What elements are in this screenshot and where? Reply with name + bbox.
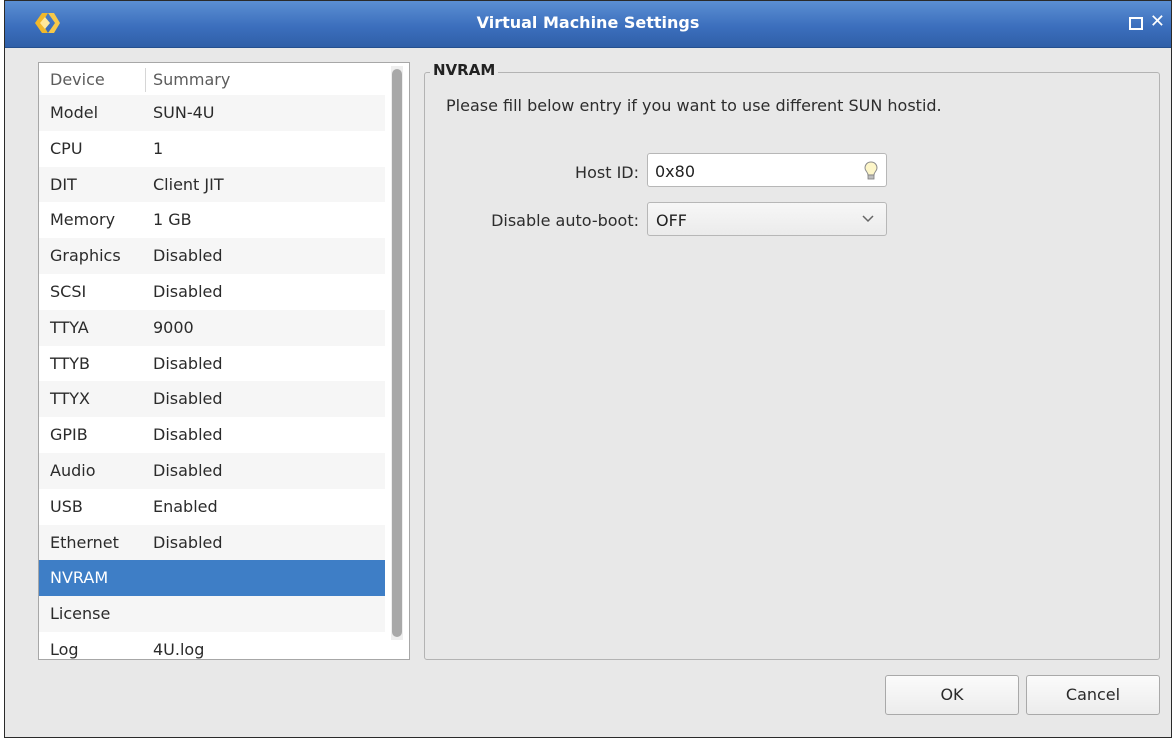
device-name: Log — [50, 639, 79, 659]
device-name: CPU — [50, 138, 83, 158]
device-summary: Enabled — [153, 496, 218, 516]
nvram-info-text: Please fill below entry if you want to u… — [446, 96, 942, 115]
column-header-summary[interactable]: Summary — [153, 70, 230, 89]
device-summary: 1 — [153, 138, 164, 158]
settings-window: Virtual Machine Settings ✕ Device Summar… — [4, 0, 1172, 738]
device-name: USB — [50, 496, 83, 516]
device-name: Audio — [50, 460, 96, 480]
host-id-value: 0x80 — [655, 162, 696, 181]
device-row-gpib[interactable]: GPIB Disabled — [39, 417, 385, 453]
device-summary: 1 GB — [153, 210, 192, 230]
host-id-input[interactable]: 0x80 — [647, 153, 887, 187]
device-row-log[interactable]: Log 4U.log — [39, 631, 385, 659]
nvram-group-title: NVRAM — [430, 61, 499, 79]
window-title: Virtual Machine Settings — [476, 13, 700, 32]
device-row-scsi[interactable]: SCSI Disabled — [39, 273, 385, 310]
device-name: Graphics — [50, 246, 121, 266]
auto-boot-label: Disable auto-boot: — [491, 211, 639, 230]
title-bar[interactable]: Virtual Machine Settings ✕ — [5, 1, 1171, 48]
device-row-license[interactable]: License — [39, 596, 385, 632]
device-row-dit[interactable]: DIT Client JIT — [39, 166, 385, 203]
device-row-cpu[interactable]: CPU 1 — [39, 130, 385, 167]
device-summary: 9000 — [153, 317, 194, 337]
device-name: Ethernet — [50, 532, 119, 552]
device-summary: Disabled — [153, 532, 223, 552]
device-row-ttyx[interactable]: TTYX Disabled — [39, 381, 385, 418]
device-summary: Disabled — [153, 389, 223, 409]
device-row-model[interactable]: Model SUN-4U — [39, 95, 385, 131]
device-name: Memory — [50, 210, 116, 230]
device-name: GPIB — [50, 425, 88, 445]
device-row-ttyb[interactable]: TTYB Disabled — [39, 345, 385, 382]
device-list-header: Device Summary — [39, 63, 385, 95]
device-name: DIT — [50, 174, 77, 194]
scrollbar-thumb[interactable] — [392, 69, 402, 637]
device-rows: Model SUN-4U CPU 1 DIT Client JIT Memory 1 GB Gr… — [39, 95, 385, 659]
device-summary: Disabled — [153, 460, 223, 480]
ok-button[interactable]: OK — [885, 675, 1019, 715]
device-row-audio[interactable]: Audio Disabled — [39, 452, 385, 489]
device-name: TTYA — [50, 317, 89, 337]
device-name: License — [50, 604, 111, 624]
device-row-memory[interactable]: Memory 1 GB — [39, 202, 385, 239]
close-icon[interactable]: ✕ — [1150, 11, 1165, 32]
device-name: NVRAM — [50, 568, 109, 588]
device-summary: SUN-4U — [153, 103, 215, 122]
cancel-button[interactable]: Cancel — [1026, 675, 1160, 715]
auto-boot-value: OFF — [656, 211, 687, 230]
lightbulb-icon[interactable] — [864, 161, 878, 181]
device-summary: Disabled — [153, 246, 223, 266]
device-name: Model — [50, 103, 99, 122]
host-id-label: Host ID: — [575, 163, 639, 182]
device-list-scrollbar[interactable] — [391, 66, 403, 640]
chevron-down-icon — [862, 215, 874, 223]
device-summary: Client JIT — [153, 174, 224, 194]
device-summary: Disabled — [153, 425, 223, 445]
device-name: TTYB — [50, 353, 91, 373]
auto-boot-select[interactable]: OFF — [647, 202, 887, 236]
device-summary: Disabled — [153, 353, 223, 373]
device-row-nvram[interactable]: NVRAM — [39, 560, 385, 597]
device-row-ttya[interactable]: TTYA 9000 — [39, 309, 385, 346]
maximize-icon[interactable] — [1129, 17, 1143, 30]
device-name: SCSI — [50, 281, 87, 301]
header-divider — [145, 68, 146, 92]
device-row-usb[interactable]: USB Enabled — [39, 488, 385, 525]
device-name: TTYX — [50, 389, 90, 409]
device-row-graphics[interactable]: Graphics Disabled — [39, 238, 385, 274]
column-header-device[interactable]: Device — [50, 70, 105, 89]
device-summary: Disabled — [153, 281, 223, 301]
device-list[interactable]: Device Summary Model SUN-4U CPU 1 DIT Client … — [38, 62, 410, 660]
device-summary: 4U.log — [153, 639, 205, 659]
device-row-ethernet[interactable]: Ethernet Disabled — [39, 524, 385, 561]
